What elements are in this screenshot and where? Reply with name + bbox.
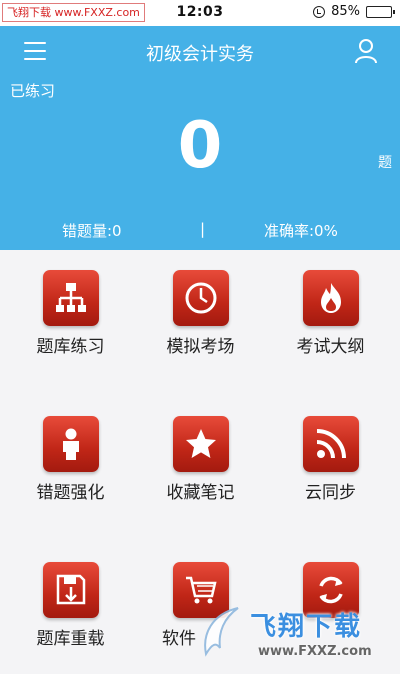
tile	[172, 562, 229, 618]
grid-item-refresh[interactable]	[264, 562, 397, 624]
grid-item-exam-syllabus[interactable]: 考试大纲	[264, 270, 397, 357]
grid-item-reload-question-bank[interactable]: 题库重载	[4, 562, 137, 649]
tile	[42, 270, 99, 326]
battery-icon	[366, 5, 395, 18]
accuracy-rate: 准确率:0%	[264, 222, 338, 240]
person-icon	[62, 428, 79, 460]
grid-item-mock-exam[interactable]: 模拟考场	[134, 270, 267, 357]
tile	[42, 416, 99, 472]
clock-icon	[185, 282, 216, 314]
tile	[42, 562, 99, 618]
tile	[302, 416, 359, 472]
tile	[302, 562, 359, 618]
grid-item-label: 云同步	[305, 483, 356, 503]
rotation-lock-icon	[313, 5, 326, 18]
status-right: 85%	[313, 4, 395, 19]
grid-item-wrong-questions[interactable]: 错题强化	[4, 416, 137, 503]
grid-item-software[interactable]: 软件	[134, 562, 267, 649]
practiced-count: 0	[177, 109, 223, 183]
header-panel: 初级会计实务 已练习 0 题 错题量:0 | 准确率:0%	[0, 26, 400, 250]
rss-icon	[316, 429, 346, 459]
wrong-count: 错题量:0	[62, 222, 122, 240]
grid-item-label: 题库重载	[36, 629, 105, 649]
cart-icon	[185, 576, 217, 604]
tile	[302, 270, 359, 326]
count-unit: 题	[378, 155, 392, 171]
save-download-icon	[56, 574, 85, 605]
sitemap-icon	[55, 283, 86, 312]
tile	[172, 270, 229, 326]
grid-item-favorites-notes[interactable]: 收藏笔记	[134, 416, 267, 503]
stats-divider: |	[200, 220, 206, 238]
user-icon[interactable]	[354, 38, 378, 64]
grid-item-label: 收藏笔记	[166, 483, 235, 503]
grid-item-label: 考试大纲	[296, 337, 365, 357]
grid-item-question-bank-practice[interactable]: 题库练习	[4, 270, 137, 357]
tile	[172, 416, 229, 472]
battery-percent: 85%	[331, 4, 360, 19]
stats-row: 错题量:0 | 准确率:0%	[0, 220, 400, 244]
flame-icon	[320, 283, 341, 313]
grid-item-label: 模拟考场	[166, 337, 235, 357]
grid-item-label: 软件	[162, 629, 196, 649]
practiced-label: 已练习	[10, 82, 56, 100]
grid-item-cloud-sync[interactable]: 云同步	[264, 416, 397, 503]
page-title: 初级会计实务	[146, 44, 254, 65]
star-icon	[185, 429, 216, 458]
feature-grid: 题库练习 模拟考场 考试大纲 错题强化 收藏笔记 云同步 题库重载 软件	[0, 250, 400, 674]
grid-item-label: 错题强化	[36, 483, 105, 503]
grid-item-label: 题库练习	[36, 337, 105, 357]
status-bar: 飞翔下载 www.FXXZ.com 12:03 85%	[0, 0, 400, 26]
refresh-icon	[318, 576, 343, 604]
